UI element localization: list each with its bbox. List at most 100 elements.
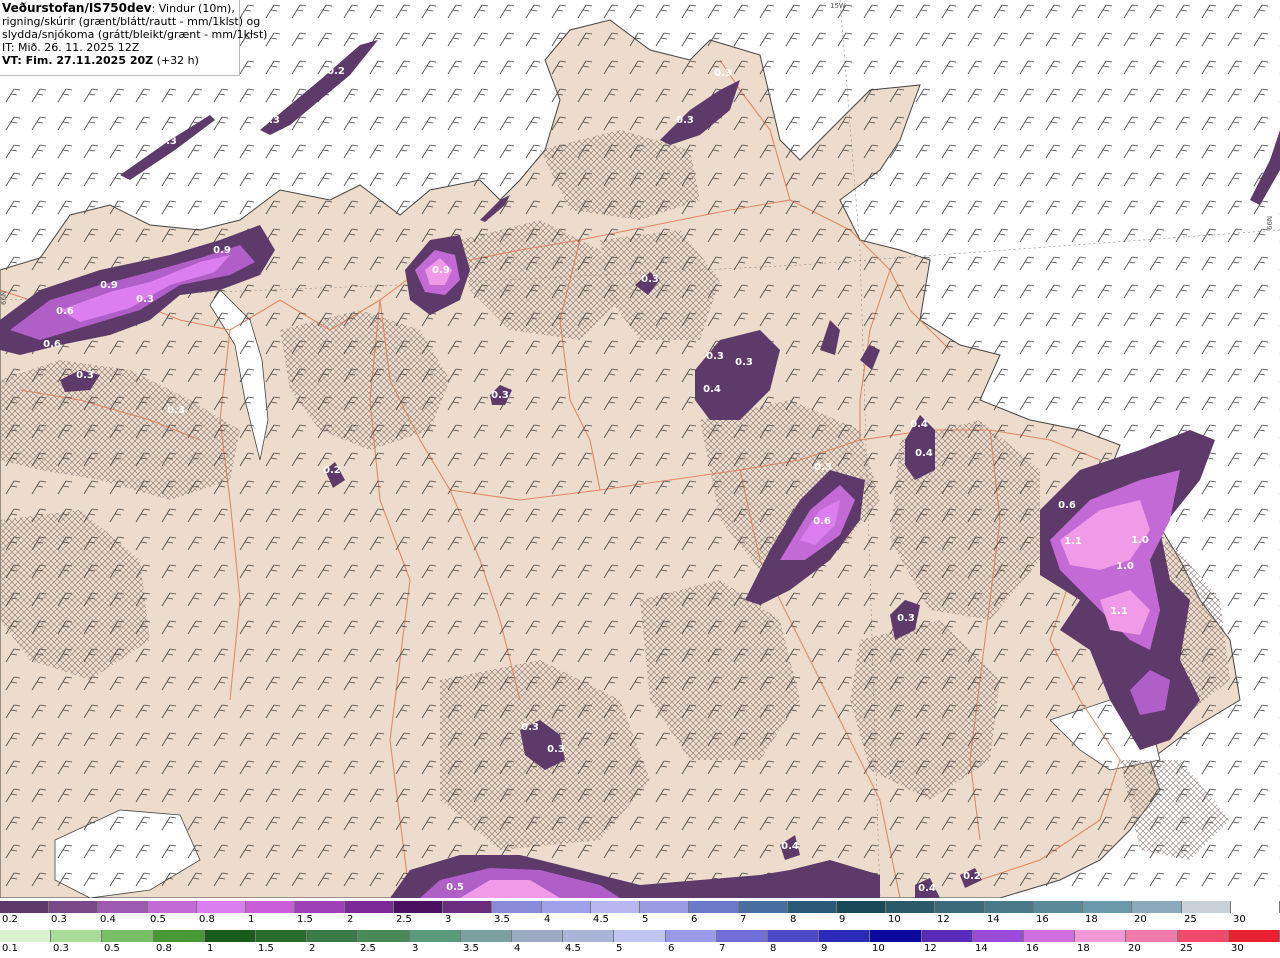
legend-tick-label: 30 xyxy=(1231,943,1244,954)
legend-tick-label: 5 xyxy=(616,943,623,954)
legend-swatch xyxy=(1230,901,1280,913)
legend-tick-label: 0.3 xyxy=(51,914,67,925)
value-label: 1.1 xyxy=(1110,606,1128,617)
legend-swatch xyxy=(1132,901,1182,913)
value-label: 0.2 xyxy=(327,66,345,77)
legend-swatch xyxy=(787,901,837,913)
legend-swatch xyxy=(665,930,717,942)
legend-swatch xyxy=(256,930,308,942)
legend-swatch xyxy=(358,930,410,942)
legend-tick-label: 9 xyxy=(821,943,828,954)
legend-swatch xyxy=(492,901,542,913)
legend-tick-label: 4 xyxy=(514,943,521,954)
value-label: 0.5 xyxy=(446,882,464,893)
legend-tick-label: 8 xyxy=(770,943,777,954)
legend-swatch xyxy=(102,930,154,942)
latitude-label-left: 66N xyxy=(0,291,8,305)
legend-tick-label: 25 xyxy=(1184,914,1197,925)
legend-swatch xyxy=(393,901,444,913)
header-source: Veðurstofan/IS750dev xyxy=(2,1,152,15)
value-label: 0.3 xyxy=(676,115,694,126)
value-label: 0.6 xyxy=(56,306,74,317)
value-label: 0.4 xyxy=(918,883,936,894)
legend-tick-label: 3 xyxy=(412,943,419,954)
legend-tick-label: 3.5 xyxy=(463,943,479,954)
value-label: 0.4 xyxy=(915,448,933,459)
legend-swatch xyxy=(590,901,641,913)
legend-swatch xyxy=(1024,930,1076,942)
legend-tick-label: 10 xyxy=(872,943,885,954)
value-label: 0.9 xyxy=(213,245,231,256)
value-label: 0.3 xyxy=(814,462,832,473)
legend-swatch xyxy=(935,901,985,913)
value-label: 0.6 xyxy=(813,516,831,527)
legend-swatch xyxy=(344,901,394,913)
legend-swatch xyxy=(512,930,564,942)
value-label: 0.4 xyxy=(910,419,928,430)
value-label: 0.3 xyxy=(491,390,509,401)
legend-tick-label: 0.8 xyxy=(156,943,172,954)
legend-swatch xyxy=(196,901,247,913)
legend-swatch xyxy=(307,930,359,942)
legend-tick-label: 12 xyxy=(937,914,950,925)
value-label: 0.3 xyxy=(136,294,154,305)
value-label: 0.3 xyxy=(159,136,177,147)
legend-tick-label: 5 xyxy=(642,914,649,925)
legend-swatch xyxy=(1177,930,1229,942)
value-label: 1.1 xyxy=(1064,536,1082,547)
legend-swatch xyxy=(153,930,205,942)
legend-tick-label: 0.4 xyxy=(100,914,116,925)
legend-tick-label: 4.5 xyxy=(593,914,609,925)
legend-tick-label: 4 xyxy=(544,914,551,925)
legend-rain-colorbar xyxy=(0,930,1280,942)
value-label: 0.3 xyxy=(706,351,724,362)
legend-swatch xyxy=(614,930,666,942)
legend-tick-label: 4.5 xyxy=(565,943,581,954)
header-line-1: Veðurstofan/IS750dev: Vindur (10m), xyxy=(2,1,239,16)
legend-tick-label: 18 xyxy=(1077,943,1090,954)
legend-tick-label: 6 xyxy=(668,943,675,954)
value-label: 0.3 xyxy=(521,722,539,733)
legend-swatch xyxy=(1126,930,1178,942)
legend-tick-label: 2.5 xyxy=(360,943,376,954)
legend-tick-label: 18 xyxy=(1085,914,1098,925)
legend-tick-label: 1 xyxy=(248,914,255,925)
value-label: 0.3 xyxy=(735,357,753,368)
value-label: 0.6 xyxy=(1058,500,1076,511)
legend-swatch xyxy=(716,930,769,942)
legend-swatch xyxy=(640,901,690,913)
header-line-5: VT: Fim. 27.11.2025 20Z (+32 h) xyxy=(2,54,239,67)
legend-swatch xyxy=(738,901,788,913)
value-label: 0.3 xyxy=(547,744,565,755)
legend-tick-label: 20 xyxy=(1128,943,1141,954)
legend-swatch xyxy=(836,901,887,913)
legend-swatch xyxy=(409,930,461,942)
legend-tick-label: 16 xyxy=(1036,914,1049,925)
value-label: 1.0 xyxy=(1131,535,1149,546)
value-label: 0.3 xyxy=(1188,518,1206,529)
legend-tick-label: 3 xyxy=(445,914,452,925)
legend-tick-label: 0.3 xyxy=(53,943,69,954)
legend-swatch xyxy=(1228,930,1280,942)
value-label: 0.3 xyxy=(714,68,732,79)
value-label: 0.3 xyxy=(76,370,94,381)
legend-swatch xyxy=(1075,930,1127,942)
legend-swatch xyxy=(541,901,591,913)
legend-swatch xyxy=(768,930,820,942)
legend-swatch xyxy=(0,930,52,942)
value-label: 0.3 xyxy=(641,274,659,285)
legend-tick-label: 0.8 xyxy=(199,914,215,925)
forecast-map[interactable]: 0.2 0.3 0.3 0.9 0.9 0.3 0.6 0.6 0.3 0.3 … xyxy=(0,0,1280,898)
legend-tick-label: 3.5 xyxy=(494,914,510,925)
value-label: 0.6 xyxy=(43,339,61,350)
legend-swatch xyxy=(886,901,936,913)
legend-swatch xyxy=(204,930,257,942)
legend-tick-label: 14 xyxy=(975,943,988,954)
header-lead-time: (+32 h) xyxy=(153,54,199,67)
value-label: 0.9 xyxy=(100,280,118,291)
legend-swatch xyxy=(1181,901,1231,913)
value-label: 0.3 xyxy=(897,613,915,624)
value-label: 0.3 xyxy=(262,115,280,126)
legend-tick-label: 8 xyxy=(790,914,797,925)
legend-swatch xyxy=(49,901,99,913)
